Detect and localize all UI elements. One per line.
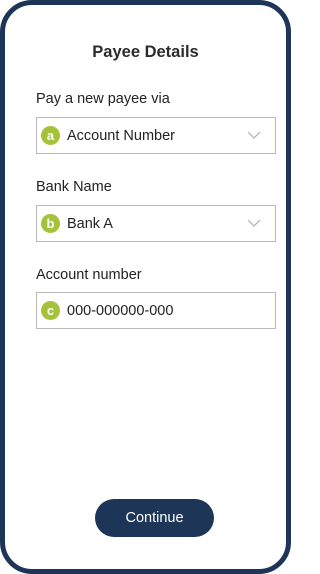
pay-via-label: Pay a new payee via xyxy=(36,91,170,107)
bank-name-value: Bank A xyxy=(67,215,113,232)
phone-frame: Payee Details Pay a new payee via a Acco… xyxy=(0,0,291,574)
account-number-value: 000-000000-000 xyxy=(67,302,174,319)
bank-name-select[interactable]: b Bank A xyxy=(36,205,276,242)
continue-button[interactable]: Continue xyxy=(95,499,214,537)
badge-c: c xyxy=(41,301,60,320)
pay-via-select[interactable]: a Account Number xyxy=(36,117,276,154)
chevron-down-icon xyxy=(247,131,261,139)
account-number-label: Account number xyxy=(36,267,142,283)
badge-a: a xyxy=(41,126,60,145)
account-number-input[interactable]: c 000-000000-000 xyxy=(36,292,276,329)
chevron-down-icon xyxy=(247,219,261,227)
pay-via-value: Account Number xyxy=(67,127,175,144)
badge-b: b xyxy=(41,214,60,233)
page-title: Payee Details xyxy=(92,43,199,61)
bank-name-label: Bank Name xyxy=(36,179,112,195)
